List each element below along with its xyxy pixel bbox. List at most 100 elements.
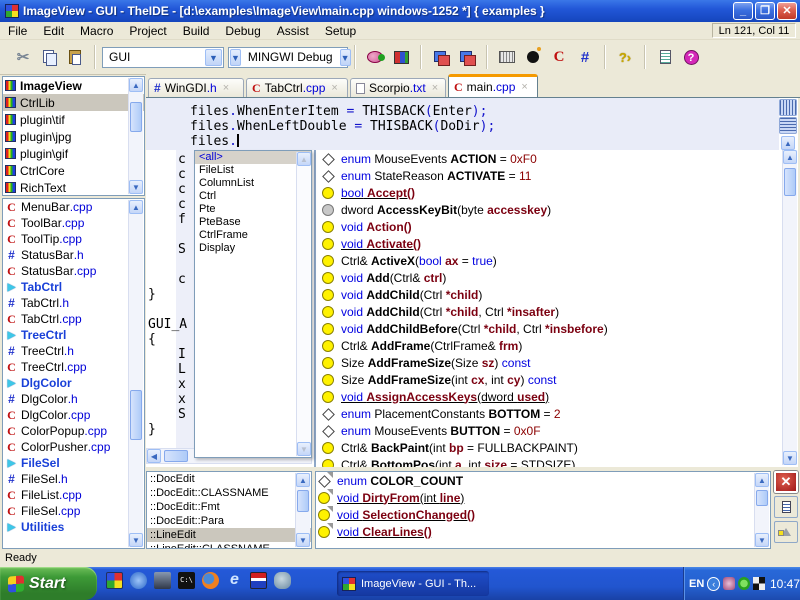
symbol-item[interactable]: ::DocEdit [147,472,311,486]
split-vertical-icon[interactable] [779,117,797,134]
file-item[interactable]: #TabCtrl.h [3,295,144,311]
tab-tabctrl[interactable]: CTabCtrl.cpp× [246,78,348,97]
assist-item[interactable]: dword AccessKeyBit(byte accesskey) [316,201,798,218]
file-item[interactable]: CDlgColor.cpp [3,407,144,423]
tab-wingdi[interactable]: #WinGDI.h× [148,78,244,97]
assist-item[interactable]: bool Accept() [316,184,798,201]
scroll-down-icon[interactable]: ▼ [755,533,769,547]
symbol-item[interactable]: ::LineEdit [147,528,311,542]
symbol-item[interactable]: ::DocEdit::Para [147,514,311,528]
build-method-combo[interactable]: ▼ MINGWI Debug ▼ [228,47,348,68]
tray-app-icon[interactable] [723,577,735,590]
assist-button[interactable]: ?› [614,46,636,68]
help-button[interactable]: ? [680,46,702,68]
tab-close-icon[interactable]: × [331,82,337,94]
menu-item-build[interactable]: Build [175,23,218,39]
scroll-up-icon[interactable]: ▲ [296,473,310,487]
assist-item[interactable]: Size AddFrameSize(int cx, int cy) const [316,371,798,388]
symbols-view-button[interactable] [774,521,798,543]
restore-button[interactable]: ❐ [755,2,775,20]
package-item[interactable]: plugin\tif [3,111,144,128]
symbol-item[interactable]: ::DocEdit::CLASSNAME [147,486,311,500]
assist-item[interactable]: void AssignAccessKeys(dword used) [316,388,798,405]
assist-item[interactable]: enum MouseEvents BUTTON = 0x0F [316,422,798,439]
scroll-up-icon[interactable]: ▲ [783,150,797,164]
file-group-item[interactable]: ▶DlgColor [3,375,144,391]
menu-item-macro[interactable]: Macro [72,23,121,39]
file-item[interactable]: CMenuBar.cpp [3,199,144,215]
scrollbar-thumb[interactable] [130,102,142,132]
copy-button[interactable] [38,46,60,68]
autocomplete-item[interactable]: PteBase [195,216,311,229]
scroll-up-icon[interactable]: ▲ [129,200,143,214]
file-group-item[interactable]: ▶TabCtrl [3,279,144,295]
layout-designer-button[interactable] [430,46,452,68]
debug-button[interactable] [522,46,544,68]
launch-icon[interactable] [130,572,147,589]
scrollbar-thumb[interactable] [784,168,796,196]
close-panel-button[interactable]: ✕ [774,471,798,493]
language-indicator[interactable]: EN [689,578,704,590]
assist-item[interactable]: Ctrl& BackPaint(int bp = FULLBACKPAINT) [316,439,798,456]
media-player-icon[interactable] [154,572,171,589]
assist-item[interactable]: Ctrl& ActiveX(bool ax = true) [316,252,798,269]
taskbar-task-button[interactable]: ImageView - GUI - Th... [337,571,489,596]
cut-button[interactable]: ✂ [12,46,34,68]
main-method-combo[interactable]: GUI ▼ [102,47,224,68]
file-item[interactable]: CFileSel.cpp [3,503,144,519]
member-item[interactable]: void ClearLines() [316,523,770,540]
theide-icon[interactable] [106,572,123,589]
tray-checkered-icon[interactable] [753,577,765,590]
file-item[interactable]: CTreeCtrl.cpp [3,359,144,375]
scrollbar-thumb[interactable] [164,450,188,462]
package-organizer-button[interactable] [390,46,412,68]
package-item[interactable]: ImageView [3,77,144,94]
file-item[interactable]: #FileSel.h [3,471,144,487]
file-item[interactable]: #StatusBar.h [3,247,144,263]
symbol-item[interactable]: ::LineEdit::CLASSNAME [147,542,311,549]
file-item[interactable]: #DlgColor.h [3,391,144,407]
assist-item[interactable]: void AddChild(Ctrl *child, Ctrl *insafte… [316,303,798,320]
paste-button[interactable] [64,46,86,68]
assist-item[interactable]: Ctrl& BottomPos(int a, int size = STDSIZ… [316,456,798,467]
file-item[interactable]: CFileList.cpp [3,487,144,503]
scroll-up-icon[interactable]: ▲ [755,473,769,487]
scrollbar-thumb[interactable] [130,390,142,440]
tray-flower-icon[interactable] [738,577,750,590]
autocomplete-item[interactable]: Pte [195,203,311,216]
file-item[interactable]: CToolTip.cpp [3,231,144,247]
chevron-down-icon[interactable]: ▼ [230,49,241,66]
autocomplete-item[interactable]: CtrlFrame [195,229,311,242]
assist-item[interactable]: enum StateReason ACTIVATE = 11 [316,167,798,184]
scrollbar-thumb[interactable] [756,490,768,506]
scroll-left-icon[interactable]: ◀ [147,449,161,463]
file-group-item[interactable]: ▶TreeCtrl [3,327,144,343]
tab-close-icon[interactable]: × [521,81,527,93]
assist-item[interactable]: void Add(Ctrl& ctrl) [316,269,798,286]
file-item[interactable]: #TreeCtrl.h [3,343,144,359]
topic-view-button[interactable] [774,496,798,518]
package-item[interactable]: plugin\gif [3,145,144,162]
minimize-button[interactable]: _ [733,2,753,20]
hide-icons-chevron-icon[interactable]: ‹ [707,577,720,591]
internet-explorer-icon[interactable]: e [226,572,243,589]
package-item[interactable]: plugin\jpg [3,128,144,145]
autocomplete-item[interactable]: Ctrl [195,190,311,203]
scrollbar-thumb[interactable] [297,490,309,512]
tab-scorpio[interactable]: Scorpio.txt× [350,78,446,97]
scroll-down-icon[interactable]: ▼ [129,180,143,194]
file-item[interactable]: CColorPusher.cpp [3,439,144,455]
package-item[interactable]: CtrlCore [3,162,144,179]
chevron-down-icon[interactable]: ▼ [340,49,351,66]
assist-item[interactable]: Ctrl& AddFrame(CtrlFrame& frm) [316,337,798,354]
close-button[interactable]: ✕ [777,2,797,20]
code-editor[interactable]: files.WhenEnterItem = THISBACK(Enter);fi… [146,98,798,467]
assist-item[interactable]: enum MouseEvents ACTION = 0xF0 [316,150,798,167]
member-item[interactable]: void SelectionChanged() [316,506,770,523]
assist-item[interactable]: void AddChild(Ctrl *child) [316,286,798,303]
menu-item-assist[interactable]: Assist [269,23,317,39]
assist-item[interactable]: void Activate() [316,235,798,252]
autocomplete-item[interactable]: ColumnList [195,177,311,190]
tab-close-icon[interactable]: × [432,82,438,94]
file-group-item[interactable]: ▶FileSel [3,455,144,471]
